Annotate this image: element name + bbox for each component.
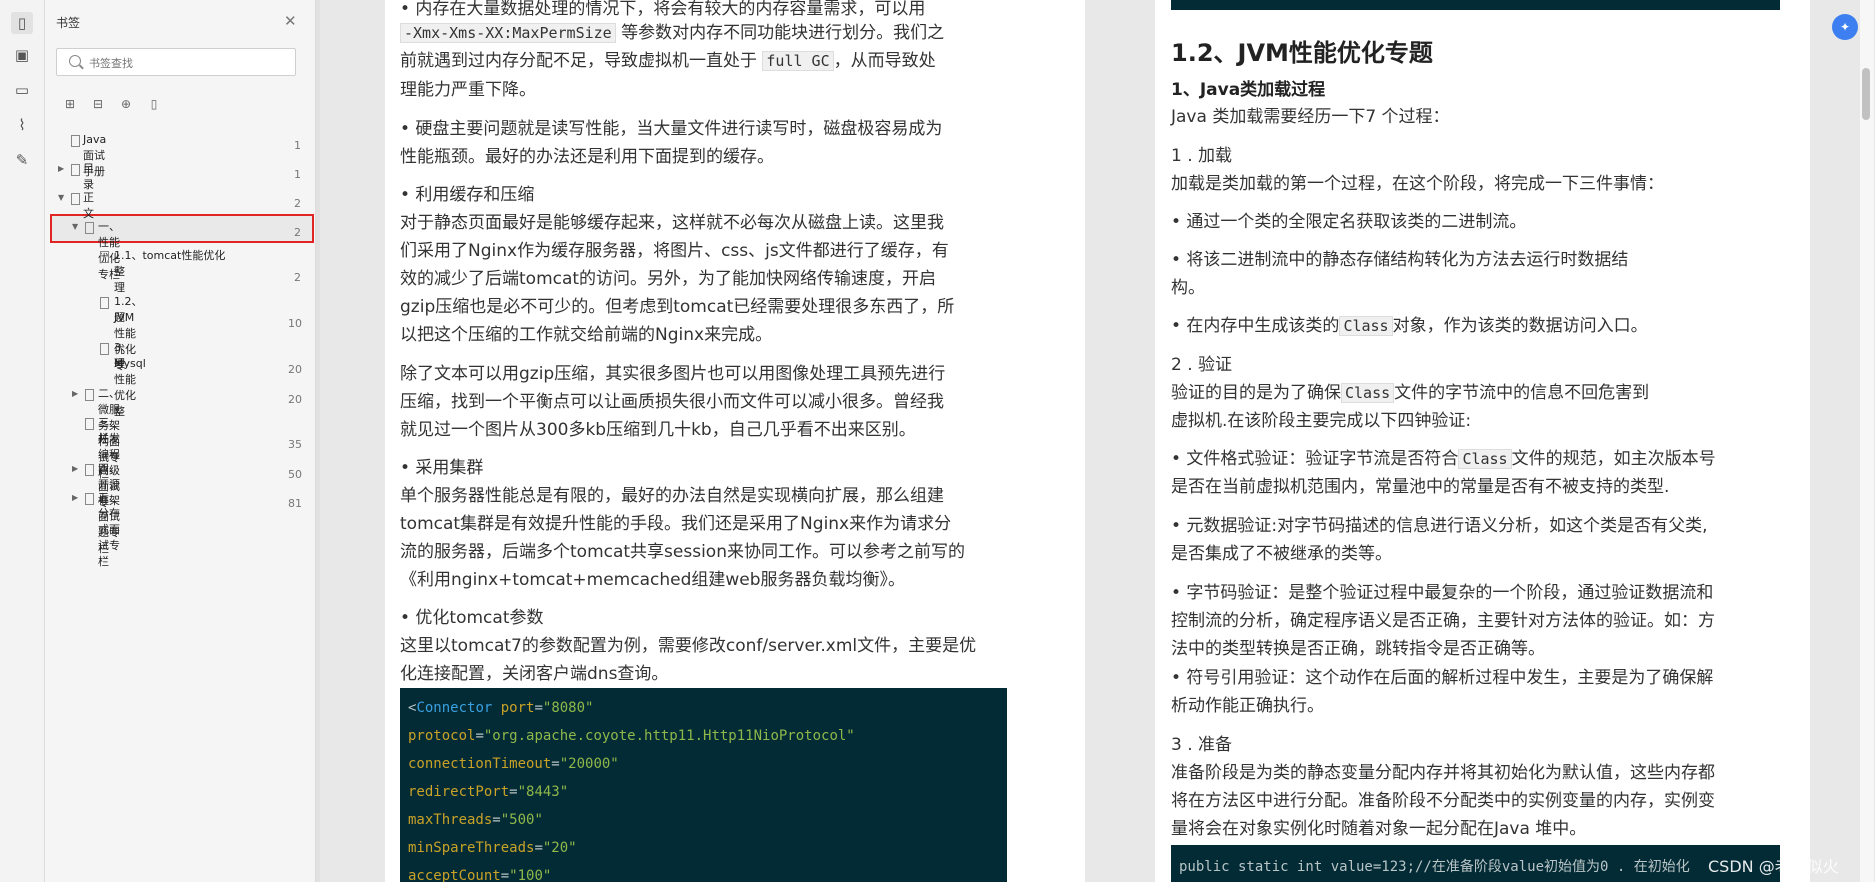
bullet-heading: • 优化tomcat参数	[400, 608, 544, 628]
attachment-icon[interactable]: ⌇	[11, 114, 33, 136]
paragraph-line: 验证的目的是为了确保 Class 文件的字节流中的信息不回危害到	[1171, 383, 1650, 403]
step-heading: 3 . 准备	[1171, 735, 1233, 755]
paragraph-line: 化连接配置，关闭客户端dns查询。	[400, 664, 669, 684]
paragraph-line: 构。	[1171, 278, 1205, 298]
bookmark-toolbar: ⊞ ⊟ ⊕ ▯	[63, 93, 175, 112]
code-line: public static int value=123;//在准备阶段value…	[1179, 859, 1690, 875]
comment-icon[interactable]: ▭	[11, 79, 33, 101]
paragraph-line: 控制流的分析，确定程序语义是否正确，主要针对方法体的验证。如：方	[1171, 611, 1715, 631]
image-icon[interactable]: ▣	[11, 44, 33, 66]
expand-all-icon[interactable]: ⊞	[63, 97, 77, 111]
document-page-right: 1.2、JVM性能优化专题 1、Java类加载过程 Java 类加载需要经历一下…	[1155, 0, 1810, 882]
paragraph-line: 准备阶段是为类的静态变量分配内存并将其初始化为默认值，这些内存都	[1171, 763, 1715, 783]
paragraph-line: 将在方法区中进行分配。准备阶段不分配类中的实例变量的内存，实例变	[1171, 791, 1715, 811]
paragraph-line: 性能瓶颈。最好的办法还是利用下面提到的缓存。	[400, 147, 774, 167]
paragraph-line: 效的减少了后端tomcat的访问。另外，为了能加快网络传输速度，开启	[400, 269, 937, 289]
watermark: CSDN @老居似火	[1708, 857, 1839, 876]
paragraph-line: 们采用了Nginx作为缓存服务器，将图片、css、js文件都进行了缓存，有	[400, 241, 949, 261]
bullet-item: • 在内存中生成该类的 Class 对象，作为该类的数据访问入口。	[1171, 316, 1648, 336]
bullet-heading: • 利用缓存和压缩	[400, 185, 535, 205]
vertical-scrollbar[interactable]	[1860, 0, 1874, 882]
code-line: acceptCount="100"	[408, 868, 552, 882]
code-line: redirectPort="8443"	[408, 784, 569, 800]
bullet-item: • 文件格式验证：验证字节流是否符合 Class 文件的规范，如主次版本号	[1171, 449, 1716, 469]
paragraph-line: -Xmx-Xms-XX:MaxPermSize 等参数对内存不同功能块进行划分。…	[400, 18, 944, 43]
section-heading: 1.2、JVM性能优化专题	[1171, 39, 1433, 67]
paragraph-line: • 内存在大量数据处理的情况下，将会有较大的内存容量需求，可以用	[400, 0, 926, 19]
paragraph-line: 对于静态页面最好是能够缓存起来，这样就不必每次从磁盘上读。这里我	[400, 213, 944, 233]
collapse-all-icon[interactable]: ⊟	[91, 97, 105, 111]
paragraph-line: 流的服务器，后端多个tomcat共享session来协同工作。可以参考之前写的	[400, 542, 965, 562]
paragraph-line: 这里以tomcat7的参数配置为例，需要修改conf/server.xml文件，…	[400, 636, 977, 656]
scrollbar-thumb[interactable]	[1862, 68, 1870, 120]
sidebar-rail: ▯ ▣ ▭ ⌇ ✎	[0, 0, 45, 882]
paragraph-line: • 硬盘主要问题就是读写性能，当大量文件进行读写时，磁盘极容易成为	[400, 119, 943, 139]
panel-title: 书签	[56, 16, 81, 30]
code-block: <Connector port="8080" protocol="org.apa…	[400, 688, 1007, 882]
signature-icon[interactable]: ✎	[11, 149, 33, 171]
subsection-heading: 1、Java类加载过程	[1171, 80, 1326, 100]
code-block-end	[1171, 0, 1780, 10]
code-block: public static int value=123;//在准备阶段value…	[1171, 845, 1780, 882]
close-icon[interactable]: ✕	[284, 12, 297, 30]
bookmark-outline-icon[interactable]: ▯	[147, 97, 161, 111]
paragraph-line: 《利用nginx+tomcat+memcached组建web服务器负载均衡》。	[400, 570, 906, 590]
bullet-item: • 元数据验证:对字节码描述的信息进行语义分析，如这个类是否有父类,	[1171, 516, 1708, 536]
paragraph-line: 以把这个压缩的工作就交给前端的Nginx来完成。	[400, 325, 773, 345]
paragraph-line: 加载是类加载的第一个过程，在这个阶段，将完成一下三件事情：	[1171, 174, 1664, 194]
paragraph-line: 量将会在对象实例化时随着对象一起分配在Java 堆中。	[1171, 819, 1587, 839]
bullet-item: • 字节码验证：是整个验证过程中最复杂的一个阶段，通过验证数据流和	[1171, 583, 1714, 603]
paragraph-line: 单个服务器性能总是有限的，最好的办法自然是实现横向扩展，那么组建	[400, 486, 944, 506]
search-icon	[69, 55, 81, 67]
bookmark-icon[interactable]: ▯	[11, 12, 33, 34]
code-line: maxThreads="500"	[408, 812, 543, 828]
paragraph-line: tomcat集群是有效提升性能的手段。我们还是采用了Nginx来作为请求分	[400, 514, 952, 534]
panel-divider[interactable]	[316, 0, 320, 882]
paragraph-line: 理能力严重下降。	[400, 80, 536, 100]
code-line: protocol="org.apache.coyote.http11.Http1…	[408, 728, 855, 744]
add-bookmark-icon[interactable]: ⊕	[119, 97, 133, 111]
step-heading: 2 . 验证	[1171, 355, 1233, 375]
translate-icon[interactable]: ✦	[1832, 14, 1858, 40]
paragraph-line: 法中的类型转换是否正确，跳转指令是否正确等。	[1171, 639, 1545, 659]
paragraph-line: 就见过一个图片从300多kb压缩到几十kb，自己几乎看不出来区别。	[400, 420, 916, 440]
paragraph-line: Java 类加载需要经历一下7 个过程：	[1171, 107, 1450, 127]
bookmark-search[interactable]	[56, 48, 296, 76]
paragraph-line: 是否集成了不被继承的类等。	[1171, 544, 1392, 564]
bullet-item: • 符号引用验证：这个动作在后面的解析过程中发生，主要是为了确保解	[1171, 668, 1714, 688]
bullet-heading: • 采用集群	[400, 458, 484, 478]
paragraph-line: 除了文本可以用gzip压缩，其实很多图片也可以用图像处理工具预先进行	[400, 364, 946, 384]
code-line: minSpareThreads="20"	[408, 840, 577, 856]
paragraph-line: 虚拟机.在该阶段主要完成以下四钟验证:	[1171, 411, 1472, 431]
document-page-left: • 内存在大量数据处理的情况下，将会有较大的内存容量需求，可以用 -Xmx-Xm…	[385, 0, 1085, 882]
paragraph-line: 前就遇到过内存分配不足，导致虚拟机一直处于 full GC ，从而导致处	[400, 51, 936, 71]
bullet-item: • 通过一个类的全限定名获取该类的二进制流。	[1171, 212, 1527, 232]
step-heading: 1 . 加载	[1171, 146, 1233, 166]
paragraph-line: gzip压缩也是必不可少的。但考虑到tomcat已经需要处理很多东西了，所	[400, 297, 955, 317]
paragraph-line: 析动作能正确执行。	[1171, 696, 1324, 716]
paragraph-line: 是否在当前虚拟机范围内，常量池中的常量是否有不被支持的类型.	[1171, 477, 1670, 497]
paragraph-line: 压缩，找到一个平衡点可以让画质损失很小而文件可以减小很多。曾经我	[400, 392, 944, 412]
code-line: <Connector port="8080"	[408, 700, 594, 716]
bullet-item: • 将该二进制流中的静态存储结构转化为方法去运行时数据结	[1171, 250, 1629, 270]
code-line: connectionTimeout="20000"	[408, 756, 619, 772]
search-input[interactable]	[87, 53, 291, 73]
